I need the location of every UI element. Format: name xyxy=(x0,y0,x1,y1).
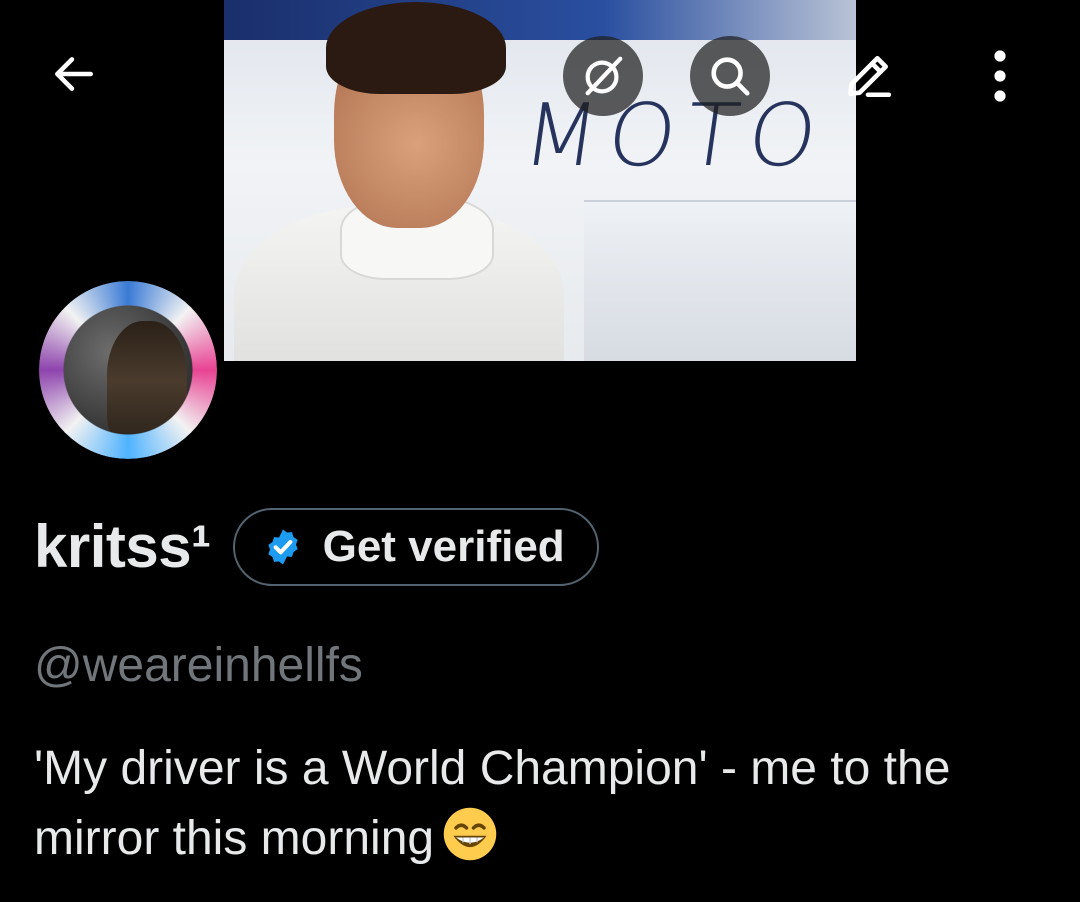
verified-badge-icon xyxy=(267,529,298,565)
get-verified-button[interactable]: Get verified xyxy=(232,508,599,586)
back-button[interactable] xyxy=(34,34,114,114)
search-icon xyxy=(711,57,750,96)
pencil-icon xyxy=(848,56,892,98)
name-row: kritss¹ Get verified xyxy=(34,508,599,586)
get-verified-label: Get verified xyxy=(322,522,565,571)
display-name: kritss¹ xyxy=(34,513,211,580)
banner-panel xyxy=(584,200,856,361)
banner-sign-text: MOTO xyxy=(516,86,834,186)
arrow-left-icon xyxy=(55,57,93,91)
profile-bio: 'My driver is a World Champion' - me to … xyxy=(34,734,1044,874)
grok-slash-circle-icon xyxy=(585,56,623,96)
grok-button[interactable] xyxy=(563,36,643,116)
banner-wall-stripe xyxy=(224,0,856,40)
profile-handle: @weareinhellfs xyxy=(34,639,363,692)
avatar-decorative-ring xyxy=(39,281,217,459)
search-button[interactable] xyxy=(690,36,770,116)
edit-button[interactable] xyxy=(828,36,908,116)
profile-avatar[interactable] xyxy=(36,278,220,462)
vertical-dots-icon xyxy=(994,50,1006,102)
banner-person-hair xyxy=(326,2,506,94)
grinning-face-emoji-icon xyxy=(443,807,497,861)
more-options-button[interactable] xyxy=(960,36,1040,116)
